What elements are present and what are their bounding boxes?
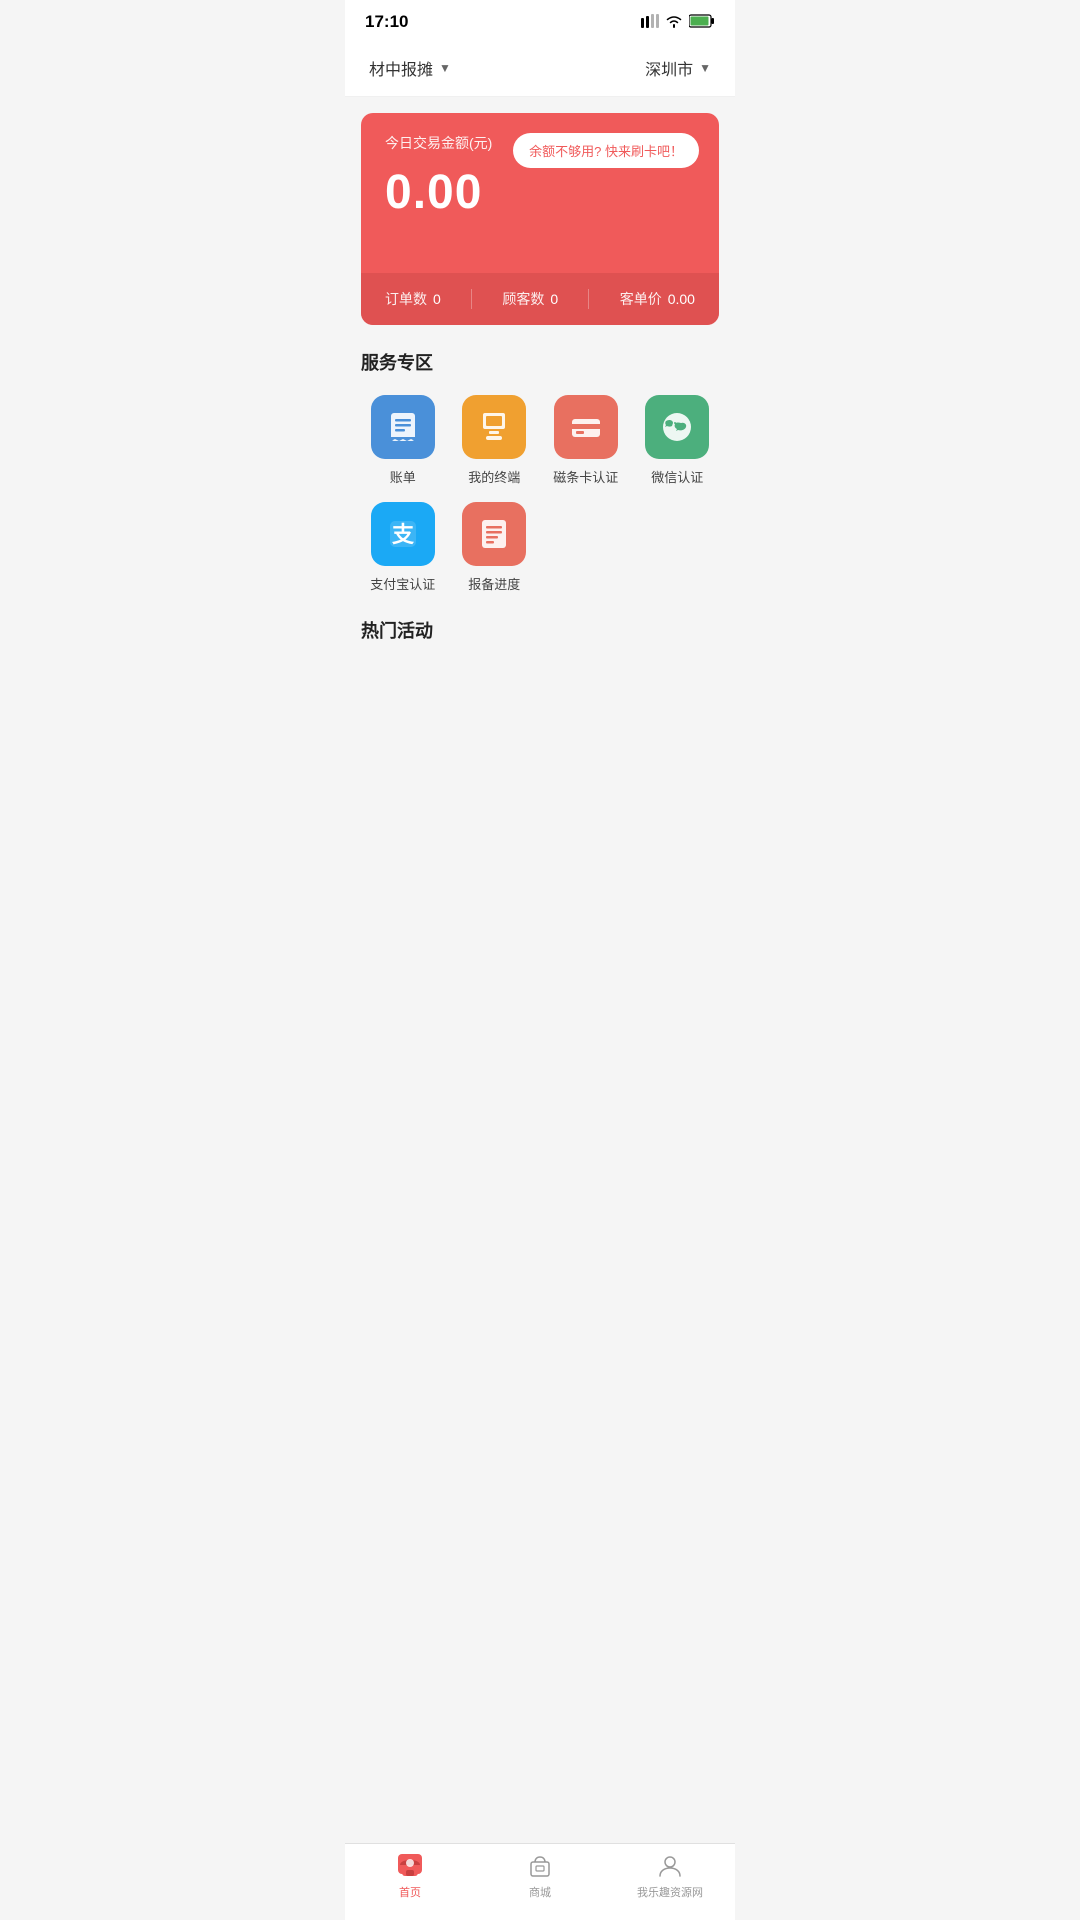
- store-name: 材中报摊: [369, 56, 433, 80]
- nav-label-home: 首页: [399, 1884, 421, 1900]
- city-selector[interactable]: 深圳市 ▼: [645, 56, 711, 80]
- service-label-terminal: 我的终端: [468, 467, 520, 486]
- card-promo[interactable]: 余额不够用? 快来刷卡吧！: [513, 133, 699, 168]
- main-content: 今日交易金额(元) 0.00 余额不够用? 快来刷卡吧！ 订单数 0 顾客数 0…: [345, 97, 735, 763]
- nav-icon-shop: [526, 1852, 554, 1880]
- nav-item-shop[interactable]: 商城: [475, 1852, 605, 1900]
- card-bottom: 订单数 0 顾客数 0 客单价 0.00: [361, 273, 719, 325]
- store-dropdown-arrow: ▼: [439, 61, 451, 75]
- service-icon-alipay: 支: [371, 502, 435, 566]
- service-label-magcard: 磁条卡认证: [553, 467, 618, 486]
- service-icon-terminal: [462, 395, 526, 459]
- service-item-magcard[interactable]: 磁条卡认证: [544, 395, 628, 486]
- status-bar: 17:10: [345, 0, 735, 44]
- service-item-terminal[interactable]: 我的终端: [453, 395, 537, 486]
- service-item-bill[interactable]: 账单: [361, 395, 445, 486]
- transaction-card: 今日交易金额(元) 0.00 余额不够用? 快来刷卡吧！ 订单数 0 顾客数 0…: [361, 113, 719, 325]
- card-amount: 0.00: [385, 165, 695, 220]
- stat-customers-label: 顾客数: [502, 289, 544, 309]
- city-dropdown-arrow: ▼: [699, 61, 711, 75]
- nav-item-home[interactable]: 首页: [345, 1852, 475, 1900]
- stat-avg-label: 客单价: [620, 289, 662, 309]
- battery-icon: [689, 14, 715, 31]
- stat-orders: 订单数 0: [385, 289, 441, 309]
- service-item-report[interactable]: 报备进度: [453, 502, 537, 593]
- store-selector[interactable]: 材中报摊 ▼: [369, 56, 451, 80]
- stat-divider-2: [588, 289, 589, 309]
- stat-customers-value: 0: [550, 291, 558, 307]
- service-section: 服务专区 账单: [361, 349, 719, 593]
- card-top: 今日交易金额(元) 0.00 余额不够用? 快来刷卡吧！: [361, 113, 719, 273]
- service-label-bill: 账单: [390, 467, 416, 486]
- city-name: 深圳市: [645, 56, 693, 80]
- service-item-alipay[interactable]: 支 支付宝认证: [361, 502, 445, 593]
- service-icon-bill: [371, 395, 435, 459]
- service-icon-report: [462, 502, 526, 566]
- service-grid: 账单 我的终端: [361, 395, 719, 593]
- status-time: 17:10: [365, 12, 408, 32]
- stat-avg: 客单价 0.00: [620, 289, 695, 309]
- service-icon-magcard: [554, 395, 618, 459]
- stat-customers: 顾客数 0: [502, 289, 558, 309]
- nav-item-profile[interactable]: 我乐趣资源网: [605, 1852, 735, 1900]
- stat-divider-1: [471, 289, 472, 309]
- service-label-report: 报备进度: [468, 574, 520, 593]
- service-section-title: 服务专区: [361, 349, 719, 375]
- service-label-alipay: 支付宝认证: [370, 574, 435, 593]
- bottom-spacer: [361, 667, 719, 747]
- svg-text:支: 支: [392, 522, 415, 547]
- bottom-nav: 首页 商城 我乐趣资源网: [345, 1843, 735, 1920]
- nav-icon-profile: [656, 1852, 684, 1880]
- wifi-icon: [665, 14, 683, 31]
- nav-label-profile: 我乐趣资源网: [637, 1884, 703, 1900]
- nav-icon-home: [396, 1852, 424, 1880]
- service-label-wechat: 微信认证: [651, 467, 703, 486]
- stat-avg-value: 0.00: [668, 291, 695, 307]
- header: 材中报摊 ▼ 深圳市 ▼: [345, 44, 735, 97]
- service-item-wechat[interactable]: 微信认证: [636, 395, 720, 486]
- hot-section-title: 热门活动: [361, 617, 719, 643]
- hot-section: 热门活动: [361, 617, 719, 643]
- stat-orders-value: 0: [433, 291, 441, 307]
- stat-orders-label: 订单数: [385, 289, 427, 309]
- sim-icon: [641, 14, 659, 31]
- status-icons: [641, 14, 715, 31]
- service-icon-wechat: [645, 395, 709, 459]
- nav-label-shop: 商城: [529, 1884, 551, 1900]
